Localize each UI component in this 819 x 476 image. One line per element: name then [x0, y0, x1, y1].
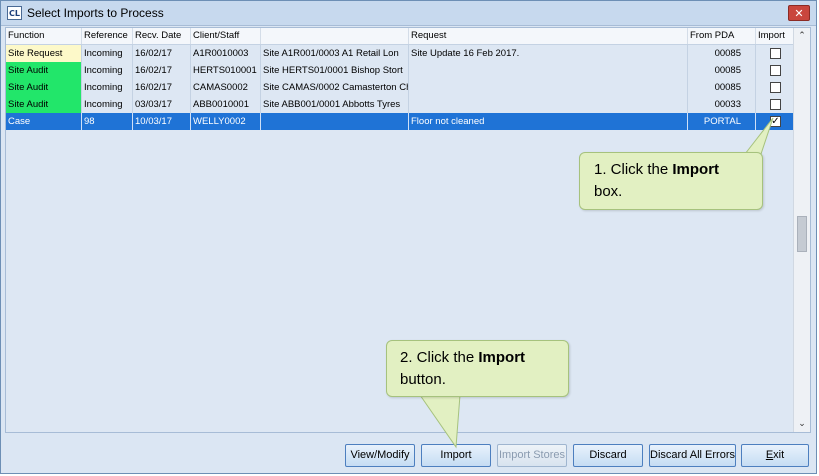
cell-site: Site HERTS01/0001 Bishop Stort [261, 62, 409, 79]
import-checkbox[interactable] [770, 48, 781, 59]
cell-reference: 98 [82, 113, 133, 130]
cell-request [409, 62, 688, 79]
callout-one-pointer [743, 117, 774, 155]
cell-recv-date: 16/02/17 [133, 45, 191, 62]
import-checkbox[interactable] [770, 99, 781, 110]
cell-request: Floor not cleaned [409, 113, 688, 130]
cell-reference: Incoming [82, 96, 133, 113]
window-title: Select Imports to Process [27, 6, 164, 20]
cell-from-pda: 00085 [688, 79, 756, 96]
close-button[interactable]: ✕ [788, 5, 810, 21]
cell-reference: Incoming [82, 45, 133, 62]
cell-request [409, 79, 688, 96]
callout-one-suffix: box. [594, 183, 623, 200]
app-logo-icon: CL [7, 6, 22, 20]
table-row[interactable]: Site Request Incoming 16/02/17 A1R0010003 Si… [6, 45, 794, 62]
cell-reference: Incoming [82, 79, 133, 96]
cell-recv-date: 03/03/17 [133, 96, 191, 113]
col-function[interactable]: Function [6, 28, 82, 44]
scroll-up-icon[interactable]: ⌃ [794, 28, 810, 44]
cell-reference: Incoming [82, 62, 133, 79]
table-row[interactable]: Site Audit Incoming 16/02/17 CAMAS0002 Site … [6, 79, 794, 96]
vertical-scrollbar[interactable]: ⌃ ⌄ [793, 28, 810, 432]
col-reference[interactable]: Reference [82, 28, 133, 44]
col-client-staff[interactable]: Client/Staff [191, 28, 261, 44]
callout-one-prefix: 1. Click the [594, 161, 673, 178]
cell-client-staff: CAMAS0002 [191, 79, 261, 96]
cell-recv-date: 16/02/17 [133, 79, 191, 96]
callout-two-bold: Import [478, 349, 526, 366]
title-bar: CL Select Imports to Process ✕ [1, 1, 816, 26]
callout-two-pointer [419, 394, 461, 449]
cell-import [756, 62, 794, 79]
view-modify-button[interactable]: View/Modify [345, 444, 415, 467]
button-bar: View/Modify Import Import Stores Discard… [5, 435, 811, 471]
col-from-pda[interactable]: From PDA [688, 28, 756, 44]
discard-button[interactable]: Discard [573, 444, 643, 467]
table-row[interactable]: Site Audit Incoming 16/02/17 HERTS010001 Sit… [6, 62, 794, 79]
callout-one-bold: Import [672, 161, 720, 178]
import-stores-button[interactable]: Import Stores [497, 444, 567, 467]
discard-all-errors-button[interactable]: Discard All Errors [649, 444, 736, 467]
cell-from-pda: 00085 [688, 45, 756, 62]
cell-function: Case [6, 113, 82, 130]
cell-function: Site Audit [6, 62, 82, 79]
callout-two-suffix: button. [400, 371, 446, 388]
cell-recv-date: 10/03/17 [133, 113, 191, 130]
cell-from-pda: 00033 [688, 96, 756, 113]
cell-function: Site Audit [6, 79, 82, 96]
table-row[interactable]: Case 98 10/03/17 WELLY0002 Floor not cleaned… [6, 113, 794, 130]
callout-two-prefix: 2. Click the [400, 349, 479, 366]
callout-click-import-box: 1. Click the Import box. [579, 152, 763, 210]
import-checkbox[interactable] [770, 65, 781, 76]
cell-site: Site CAMAS/0002 Camasterton Ch [261, 79, 409, 96]
scroll-thumb[interactable] [797, 216, 807, 252]
cell-from-pda: 00085 [688, 62, 756, 79]
cell-import [756, 96, 794, 113]
cell-function: Site Audit [6, 96, 82, 113]
select-imports-window: CL Select Imports to Process ✕ Function … [0, 0, 817, 474]
cell-import [756, 79, 794, 96]
cell-client-staff: WELLY0002 [191, 113, 261, 130]
cell-site [261, 113, 409, 130]
cell-client-staff: A1R0010003 [191, 45, 261, 62]
grid-header: Function Reference Recv. Date Client/Sta… [6, 28, 794, 45]
cell-import [756, 45, 794, 62]
col-site[interactable] [261, 28, 409, 44]
cell-client-staff: HERTS010001 [191, 62, 261, 79]
cell-site: Site ABB001/0001 Abbotts Tyres [261, 96, 409, 113]
scroll-down-icon[interactable]: ⌄ [794, 416, 810, 432]
exit-button[interactable]: Exit [741, 444, 809, 467]
col-recv-date[interactable]: Recv. Date [133, 28, 191, 44]
cell-request [409, 96, 688, 113]
callout-click-import-button: 2. Click the Import button. [386, 340, 569, 397]
import-checkbox[interactable] [770, 82, 781, 93]
table-row[interactable]: Site Audit Incoming 03/03/17 ABB0010001 Site… [6, 96, 794, 113]
cell-request: Site Update 16 Feb 2017. [409, 45, 688, 62]
col-request[interactable]: Request [409, 28, 688, 44]
col-import[interactable]: Import [756, 28, 794, 44]
cell-client-staff: ABB0010001 [191, 96, 261, 113]
cell-site: Site A1R001/0003 A1 Retail Lon [261, 45, 409, 62]
cell-recv-date: 16/02/17 [133, 62, 191, 79]
cell-function: Site Request [6, 45, 82, 62]
